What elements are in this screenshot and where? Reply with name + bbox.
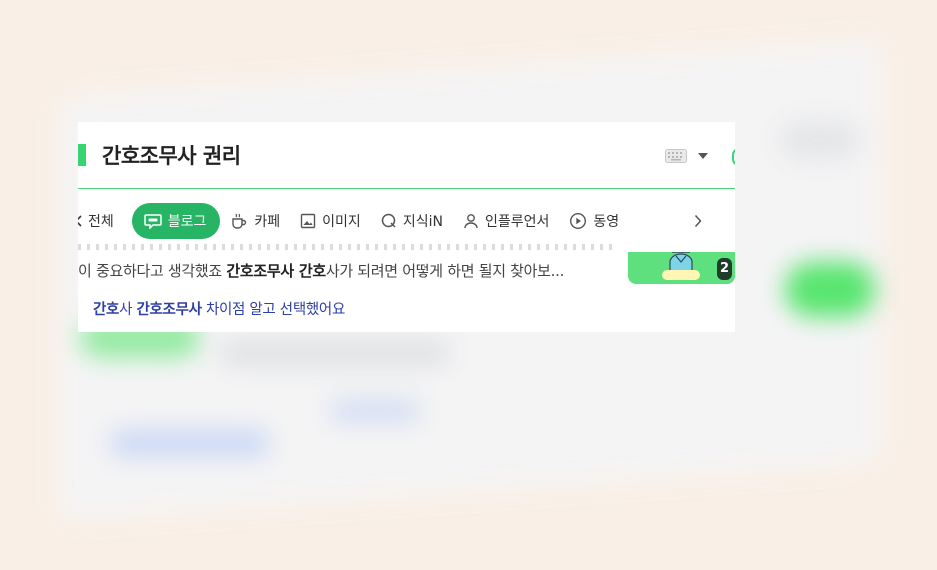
- search-result-card: 간호조무사 권리 전체 블로그 카페 이미지 지식iN 인플루언서 동영 이 중…: [78, 122, 735, 332]
- link-highlight: 간호조무사: [136, 302, 202, 318]
- nurse-illustration-icon: [669, 252, 693, 272]
- tab-kin[interactable]: 지식iN: [371, 203, 453, 239]
- thumbnail-caption: [662, 270, 700, 280]
- related-link[interactable]: 간호사 간호조무사 차이점 알고 선택했어요: [93, 298, 345, 319]
- snippet-highlight: 간호조무사 간호: [226, 262, 326, 280]
- tab-video[interactable]: 동영: [559, 203, 629, 239]
- result-snippet: 이 중요하다고 생각했죠 간호조무사 간호사가 되려면 어떻게 하면 될지 찾아…: [78, 260, 564, 281]
- clipped-text-line: [78, 244, 618, 250]
- tab-label: 블로그: [167, 214, 207, 230]
- blurred-text-shape: [220, 340, 450, 366]
- tab-all[interactable]: 전체: [78, 203, 124, 239]
- image-count-badge: 2: [717, 258, 732, 280]
- dropdown-caret-icon[interactable]: [698, 153, 708, 159]
- tab-cafe[interactable]: 카페: [220, 203, 290, 239]
- tab-label: 이미지: [322, 214, 361, 230]
- tab-label: 인플루언서: [484, 214, 550, 230]
- video-icon: [570, 212, 587, 230]
- blurred-green-shape: [785, 262, 875, 317]
- tab-influencer[interactable]: 인플루언서: [453, 203, 559, 239]
- blurred-link-shape: [330, 400, 420, 422]
- image-icon: [300, 213, 316, 229]
- link-text: 차이점 알고 선택했어요: [201, 302, 345, 318]
- person-icon: [464, 214, 478, 229]
- link-text: 사: [119, 302, 137, 318]
- search-button-icon[interactable]: [732, 148, 735, 166]
- tab-label: 지식iN: [402, 214, 443, 230]
- blurred-link-shape: [110, 430, 270, 456]
- link-highlight: 간호: [93, 302, 120, 318]
- snippet-text: 이 중요하다고 생각했죠: [78, 262, 227, 280]
- search-accent-bar: [78, 144, 86, 166]
- blog-icon: [144, 214, 162, 229]
- tab-label: 동영: [593, 214, 620, 230]
- keyboard-icon[interactable]: [665, 149, 687, 163]
- tab-label: 카페: [254, 214, 281, 230]
- all-icon: [78, 215, 82, 227]
- search-query[interactable]: 간호조무사 권리: [102, 140, 241, 170]
- search-tabs: 전체 블로그 카페 이미지 지식iN 인플루언서 동영: [78, 202, 735, 240]
- search-bar[interactable]: 간호조무사 권리: [78, 122, 735, 189]
- kin-icon: [381, 213, 396, 228]
- tabs-next-icon[interactable]: [694, 214, 702, 228]
- result-thumbnail[interactable]: 2: [628, 252, 735, 284]
- tab-label: 전체: [88, 214, 114, 230]
- tab-image[interactable]: 이미지: [290, 203, 371, 239]
- cafe-icon: [232, 213, 247, 229]
- snippet-text: 사가 되려면 어떻게 하면 될지 찾아보...: [325, 262, 565, 280]
- blurred-text-shape: [780, 120, 860, 160]
- tab-blog[interactable]: 블로그: [131, 203, 221, 239]
